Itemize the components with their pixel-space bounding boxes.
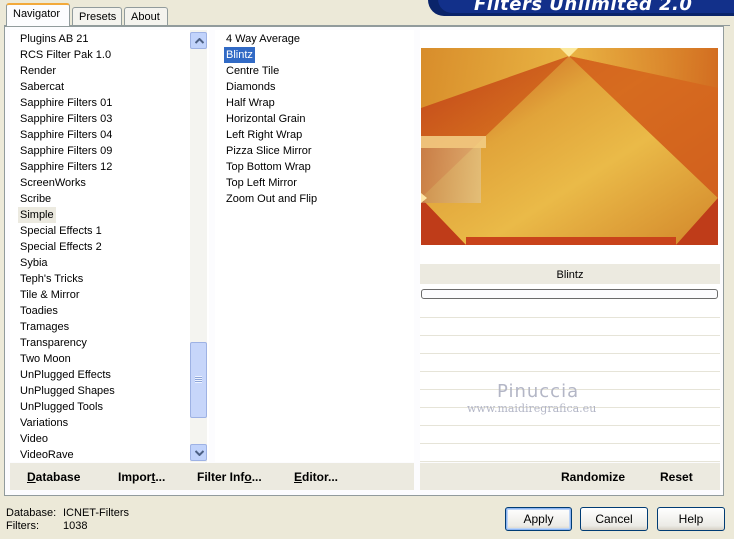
randomize-button[interactable]: Randomize: [561, 470, 625, 484]
category-item[interactable]: Simple: [18, 207, 56, 223]
category-item[interactable]: VideoRave: [18, 447, 76, 462]
parameter-row: [420, 354, 720, 372]
filter-info-button[interactable]: Filter Info...: [197, 470, 262, 484]
filter-item[interactable]: 4 Way Average: [224, 31, 302, 47]
filter-item[interactable]: Top Bottom Wrap: [224, 159, 313, 175]
category-item[interactable]: Special Effects 2: [18, 239, 104, 255]
filter-item[interactable]: Left Right Wrap: [224, 127, 304, 143]
category-item[interactable]: Tile & Mirror: [18, 287, 81, 303]
apply-button[interactable]: Apply: [505, 507, 572, 531]
progress-bar: [421, 289, 718, 299]
editor-mnemonic: E: [294, 470, 303, 484]
category-item[interactable]: UnPlugged Shapes: [18, 383, 117, 399]
tab-navigator[interactable]: Navigator: [6, 3, 70, 26]
import-label-rest: ...: [155, 470, 166, 484]
category-item[interactable]: Sapphire Filters 01: [18, 95, 114, 111]
category-item[interactable]: Tramages: [18, 319, 71, 335]
filter-item[interactable]: Top Left Mirror: [224, 175, 299, 191]
category-item[interactable]: Sapphire Filters 12: [18, 159, 114, 175]
category-list[interactable]: Plugins AB 21 RCS Filter Pak 1.0 Render Sab…: [10, 30, 209, 462]
tab-presets[interactable]: Presets: [72, 7, 122, 26]
filter-info-label-prefix: Filter Inf: [197, 470, 245, 484]
chevron-down-icon: [195, 450, 204, 456]
category-item[interactable]: RCS Filter Pak 1.0: [18, 47, 113, 63]
category-item[interactable]: Sybia: [18, 255, 50, 271]
tab-divider: [4, 25, 730, 26]
tab-presets-label: Presets: [79, 11, 117, 23]
filter-item[interactable]: Horizontal Grain: [224, 111, 307, 127]
category-item[interactable]: Sapphire Filters 03: [18, 111, 114, 127]
scroll-down-button[interactable]: [190, 444, 207, 461]
category-scrollbar[interactable]: [190, 30, 207, 462]
filter-name-bar: Blintz: [420, 264, 720, 284]
category-item[interactable]: Scribe: [18, 191, 53, 207]
editor-button[interactable]: Editor...: [294, 470, 338, 484]
filter-list[interactable]: 4 Way Average Blintz Centre Tile Diamonds Ha…: [215, 30, 414, 462]
banner-title: Filters Unlimited 2.0: [474, 0, 693, 15]
category-item[interactable]: Teph's Tricks: [18, 271, 85, 287]
scroll-thumb[interactable]: [190, 342, 207, 418]
filter-item[interactable]: Blintz: [224, 47, 255, 63]
help-button[interactable]: Help: [657, 507, 725, 531]
filters-count-label: Filters:: [6, 520, 39, 532]
filter-item[interactable]: Zoom Out and Flip: [224, 191, 319, 207]
category-item[interactable]: Video: [18, 431, 50, 447]
filter-item[interactable]: Half Wrap: [224, 95, 277, 111]
tab-navigator-label: Navigator: [13, 8, 61, 20]
database-button[interactable]: Database: [27, 470, 80, 484]
filter-item[interactable]: Pizza Slice Mirror: [224, 143, 314, 159]
category-item[interactable]: UnPlugged Effects: [18, 367, 113, 383]
parameter-row: [420, 300, 720, 318]
editor-label-rest: ditor...: [302, 470, 339, 484]
category-item[interactable]: Special Effects 1: [18, 223, 104, 239]
category-item[interactable]: Sapphire Filters 04: [18, 127, 114, 143]
parameter-row: [420, 318, 720, 336]
category-item[interactable]: UnPlugged Tools: [18, 399, 105, 415]
database-status-value: ICNET-Filters: [63, 507, 129, 519]
filter-info-label-rest: ...: [251, 470, 262, 484]
banner: Filters Unlimited 2.0: [428, 0, 734, 16]
preview-image: [421, 48, 718, 245]
scroll-up-button[interactable]: [190, 32, 207, 49]
category-item[interactable]: Transparency: [18, 335, 89, 351]
filter-info-mnemonic: o: [244, 470, 252, 484]
parameter-row: [420, 444, 720, 462]
category-item[interactable]: Toadies: [18, 303, 60, 319]
filters-count-value: 1038: [63, 520, 88, 532]
category-item[interactable]: Plugins AB 21: [18, 31, 91, 47]
parameter-row: [420, 426, 720, 444]
tab-about-label: About: [131, 11, 160, 23]
reset-button[interactable]: Reset: [660, 470, 693, 484]
category-item[interactable]: Sapphire Filters 09: [18, 143, 114, 159]
chevron-up-icon: [195, 38, 204, 44]
category-item[interactable]: Sabercat: [18, 79, 66, 95]
cancel-button[interactable]: Cancel: [580, 507, 648, 531]
parameter-row: [420, 336, 720, 354]
grip-icon: [195, 376, 202, 383]
filter-item[interactable]: Centre Tile: [224, 63, 281, 79]
watermark-url: www.maidiregrafica.eu: [467, 402, 597, 415]
watermark-text: Pinuccia: [497, 381, 580, 402]
import-label-prefix: Impor: [118, 470, 152, 484]
category-item[interactable]: Render: [18, 63, 58, 79]
database-label-rest: atabase: [35, 470, 81, 484]
import-button[interactable]: Import...: [118, 470, 165, 484]
category-item[interactable]: ScreenWorks: [18, 175, 88, 191]
database-mnemonic: D: [27, 470, 36, 484]
filter-name-label: Blintz: [556, 269, 584, 281]
database-status-label: Database:: [6, 507, 57, 519]
filter-item[interactable]: Diamonds: [224, 79, 278, 95]
tab-about[interactable]: About: [124, 7, 168, 26]
category-item[interactable]: Two Moon: [18, 351, 73, 367]
category-item[interactable]: Variations: [18, 415, 70, 431]
